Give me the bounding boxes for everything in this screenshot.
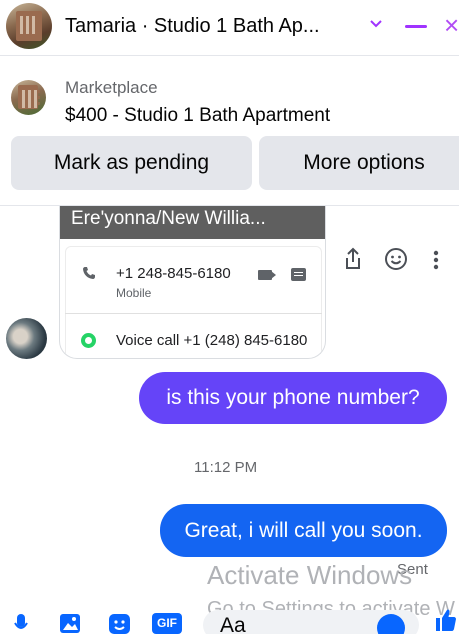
listing-title[interactable]: $400 - Studio 1 Bath Apartment <box>65 105 330 127</box>
close-icon[interactable]: × <box>444 12 459 38</box>
phone-type: Mobile <box>116 286 152 300</box>
message-input-placeholder: Aa <box>220 614 246 634</box>
share-icon[interactable] <box>344 247 362 271</box>
phone-number[interactable]: +1 248-845-6180 <box>116 265 231 282</box>
more-vertical-icon[interactable] <box>433 250 439 270</box>
chat-title[interactable]: Tamaria · Studio 1 Bath Ap... <box>65 15 320 38</box>
header-avatar[interactable] <box>6 3 52 49</box>
activation-watermark-title: Activate Windows <box>207 560 413 590</box>
image-icon[interactable] <box>59 613 83 634</box>
message-bubble-sent[interactable]: Great, i will call you soon. <box>160 504 447 557</box>
like-icon[interactable] <box>434 607 456 631</box>
mic-icon[interactable] <box>14 613 28 634</box>
listing-thumbnail[interactable] <box>11 80 46 115</box>
chat-window: Tamaria · Studio 1 Bath Ap... × Marketpl… <box>0 0 459 634</box>
chat-header: Tamaria · Studio 1 Bath Ap... × <box>0 0 459 56</box>
gif-icon[interactable]: GIF <box>152 613 182 634</box>
marketplace-label: Marketplace <box>65 78 158 97</box>
sender-avatar[interactable] <box>6 318 47 359</box>
emoji-icon[interactable] <box>377 614 405 634</box>
sticker-icon[interactable] <box>108 613 132 634</box>
contact-name: Ere'yonna/New Willia... <box>71 208 266 229</box>
more-options-button[interactable]: More options <box>259 136 459 190</box>
video-call-icon[interactable] <box>258 270 276 280</box>
message-bubble-sent[interactable]: is this your phone number? <box>139 372 447 424</box>
react-emoji-icon[interactable] <box>384 247 408 271</box>
voice-call-link[interactable]: Voice call +1 (248) 845-6180 <box>116 332 307 349</box>
minimize-icon[interactable] <box>405 25 427 28</box>
phone-icon <box>83 267 95 279</box>
card-header: Ere'yonna/New Willia... <box>60 206 325 239</box>
message-timestamp: 11:12 PM <box>194 459 258 476</box>
mark-as-pending-button[interactable]: Mark as pending <box>11 136 252 190</box>
shared-contact-card[interactable]: Ere'yonna/New Willia... +1 248-845-6180 … <box>59 206 326 359</box>
whatsapp-icon <box>81 333 96 348</box>
chevron-down-icon[interactable] <box>368 14 384 34</box>
card-separator <box>65 313 322 314</box>
message-icon[interactable] <box>291 268 306 281</box>
